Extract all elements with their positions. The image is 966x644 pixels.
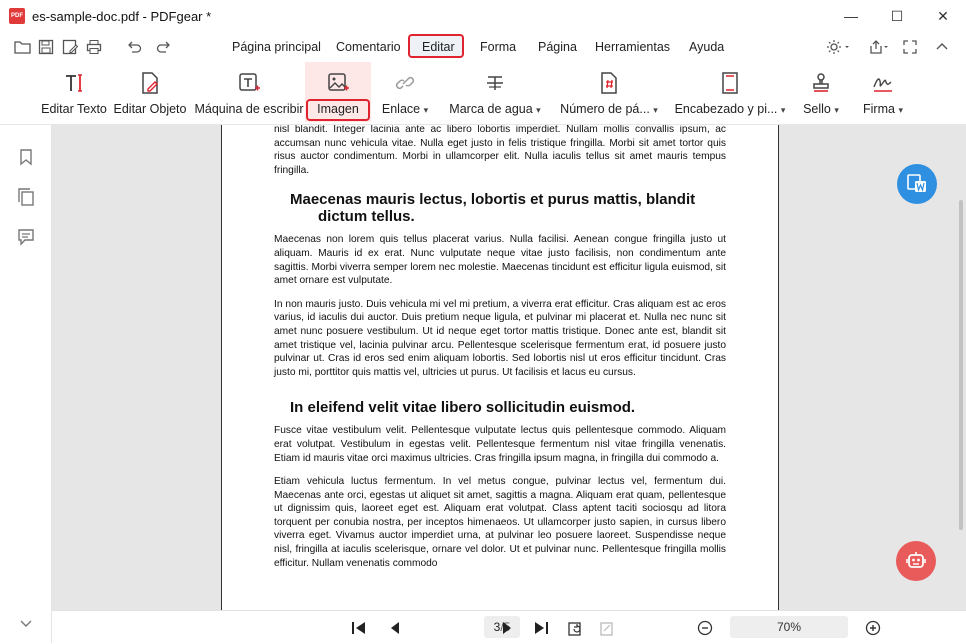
- undo-icon[interactable]: [126, 39, 144, 55]
- comments-icon[interactable]: [16, 227, 36, 247]
- chevron-down-icon[interactable]: [16, 613, 36, 633]
- rotate-disabled-icon[interactable]: [598, 619, 616, 637]
- menu-pagina[interactable]: Página: [538, 40, 577, 54]
- zoom-level[interactable]: 70%: [730, 616, 848, 638]
- tool-label: Marca de agua ▾: [449, 102, 541, 116]
- menu-herramientas[interactable]: Herramientas: [595, 40, 670, 54]
- thumbnails-icon[interactable]: [16, 187, 36, 207]
- tool-encabezado-y-pie[interactable]: Encabezado y pi... ▾: [674, 62, 786, 122]
- edit-ribbon: Editar Texto Editar Objeto Máquina de es…: [0, 62, 966, 124]
- paragraph: Etiam vehicula luctus fermentum. In vel …: [274, 476, 726, 569]
- tool-firma[interactable]: Firma ▾: [860, 62, 906, 122]
- bottom-navigation-bar: 3/5 70%: [52, 610, 966, 644]
- tool-label: Editar Texto: [41, 102, 107, 116]
- edit-object-icon: [139, 71, 161, 95]
- tool-label: Máquina de escribir: [194, 102, 304, 116]
- page-content: nisl blandit. Integer lacinia ante ac li…: [274, 125, 726, 580]
- heading-line: Maecenas mauris lectus, lobortis et puru…: [290, 191, 696, 209]
- title-bar: PDF es-sample-doc.pdf - PDFgear * — ☐ ✕: [0, 0, 966, 32]
- signature-icon: [872, 71, 894, 95]
- header-footer-icon: [719, 71, 741, 95]
- paragraph: Maecenas non lorem quis tellus placerat …: [274, 234, 726, 287]
- heading: In eleifend velit vitae libero sollicitu…: [290, 399, 636, 417]
- menu-editar[interactable]: Editar: [422, 40, 455, 54]
- stamp-icon: [810, 71, 832, 95]
- watermark-icon: [484, 71, 506, 95]
- convert-to-word-button[interactable]: [897, 164, 937, 204]
- menu-comentario[interactable]: Comentario: [336, 40, 401, 54]
- redo-icon[interactable]: [156, 39, 174, 55]
- paragraph: nisl blandit. Integer lacinia ante ac li…: [274, 125, 726, 176]
- zoom-in-icon[interactable]: [864, 619, 882, 637]
- paragraph: Fusce vitae vestibulum velit. Pellentesq…: [274, 425, 726, 464]
- close-button[interactable]: ✕: [920, 0, 966, 32]
- menu-pagina-principal[interactable]: Página principal: [232, 40, 321, 54]
- image-icon: [327, 71, 349, 95]
- tool-label: Encabezado y pi... ▾: [674, 102, 786, 116]
- tool-label: Enlace ▾: [381, 102, 429, 116]
- save-icon[interactable]: [38, 39, 56, 55]
- heading-line: dictum tellus.: [318, 208, 415, 226]
- left-sidebar: [0, 125, 52, 643]
- vertical-scrollbar[interactable]: [959, 200, 963, 530]
- fullscreen-icon[interactable]: [902, 39, 920, 55]
- document-canvas: nisl blandit. Integer lacinia ante ac li…: [52, 125, 966, 610]
- theme-brightness-icon[interactable]: [826, 39, 849, 55]
- tool-sello[interactable]: Sello ▾: [800, 62, 842, 122]
- ai-assistant-button[interactable]: [896, 541, 936, 581]
- print-icon[interactable]: [86, 39, 104, 55]
- menu-bar: Página principal Comentario Editar Forma…: [0, 32, 966, 62]
- menu-forma[interactable]: Forma: [480, 40, 516, 54]
- tool-editar-texto[interactable]: Editar Texto: [41, 62, 107, 122]
- tool-marca-de-agua[interactable]: Marca de agua ▾: [448, 62, 542, 122]
- edit-text-icon: [63, 71, 85, 95]
- tool-label: Editar Objeto: [113, 102, 187, 116]
- paragraph: In non mauris justo. Duis vehicula mi ve…: [274, 298, 726, 378]
- zoom-out-icon[interactable]: [696, 619, 714, 637]
- first-page-icon[interactable]: [350, 619, 368, 637]
- minimize-button[interactable]: —: [828, 0, 874, 32]
- previous-page-icon[interactable]: [386, 619, 404, 637]
- window-title: es-sample-doc.pdf - PDFgear *: [32, 9, 212, 24]
- pdf-page: nisl blandit. Integer lacinia ante ac li…: [221, 125, 779, 610]
- tool-editar-objeto[interactable]: Editar Objeto: [114, 62, 186, 122]
- tool-numero-de-pagina[interactable]: Número de pá... ▾: [558, 62, 660, 122]
- bookmark-icon[interactable]: [16, 147, 36, 167]
- tool-maquina-de-escribir[interactable]: Máquina de escribir: [194, 62, 304, 122]
- share-icon[interactable]: [868, 39, 888, 55]
- maximize-button[interactable]: ☐: [874, 0, 920, 32]
- tool-label: Firma ▾: [863, 102, 903, 116]
- page-number-icon: [598, 71, 620, 95]
- open-folder-icon[interactable]: [14, 39, 32, 55]
- tool-enlace[interactable]: Enlace ▾: [378, 62, 432, 122]
- menu-ayuda[interactable]: Ayuda: [689, 40, 724, 54]
- save-as-icon[interactable]: [62, 39, 80, 55]
- pdf-to-word-icon: [905, 172, 929, 196]
- robot-icon: [904, 549, 928, 573]
- tool-label: Número de pá... ▾: [560, 102, 658, 116]
- next-page-icon[interactable]: [498, 619, 516, 637]
- heading: Maecenas mauris lectus, lobortis et puru…: [290, 191, 726, 225]
- rotate-page-icon[interactable]: [566, 619, 584, 637]
- imagen-label-highlight: [306, 99, 370, 121]
- link-icon: [394, 71, 416, 95]
- typewriter-icon: [238, 71, 260, 95]
- last-page-icon[interactable]: [532, 619, 550, 637]
- app-logo: PDF: [9, 8, 25, 24]
- tool-label: Sello ▾: [803, 102, 839, 116]
- collapse-ribbon-icon[interactable]: [934, 39, 952, 55]
